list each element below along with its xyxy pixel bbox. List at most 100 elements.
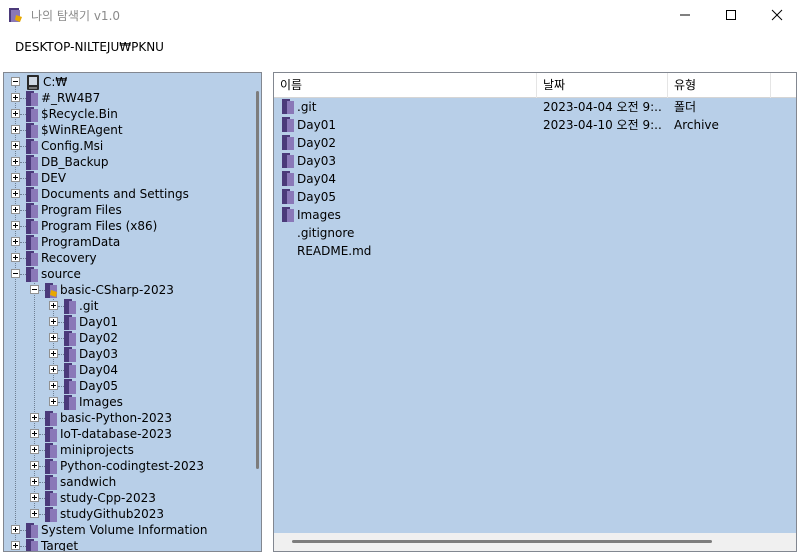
tree-item[interactable]: Target (26, 538, 79, 552)
expand-icon[interactable] (11, 109, 20, 118)
file-list[interactable]: 이름 날짜 유형 .git 2023-04-04 오전 9:... 폴더 Day01 2… (273, 72, 797, 552)
expand-icon[interactable] (49, 365, 58, 374)
expand-icon[interactable] (11, 157, 20, 166)
tree-item[interactable]: #_RW4B7 (26, 90, 100, 106)
folder-icon (26, 138, 38, 154)
tree-item[interactable]: miniprojects (45, 442, 134, 458)
folder-open-icon (45, 282, 57, 298)
list-cell-name: .gitignore (297, 226, 355, 240)
list-row[interactable]: Day05 (274, 188, 796, 206)
column-header-type[interactable]: 유형 (668, 73, 771, 98)
folder-icon (26, 202, 38, 218)
expand-icon[interactable] (30, 509, 39, 518)
expand-icon[interactable] (11, 173, 20, 182)
list-cell-date (543, 206, 663, 224)
expand-icon[interactable] (30, 413, 39, 422)
list-cell-type (674, 224, 774, 242)
folder-icon (26, 90, 38, 106)
expand-icon[interactable] (49, 301, 58, 310)
column-header-name[interactable]: 이름 (274, 73, 537, 98)
maximize-button[interactable] (708, 0, 754, 30)
list-cell-type (674, 188, 774, 206)
tree-item[interactable]: $WinREAgent (26, 122, 123, 138)
tree-item[interactable]: DEV (26, 170, 66, 186)
tree-item[interactable]: ProgramData (26, 234, 120, 250)
tree-item[interactable]: Config.Msi (26, 138, 103, 154)
list-row[interactable]: Day04 (274, 170, 796, 188)
tree-item[interactable]: Python-codingtest-2023 (45, 458, 204, 474)
tree-item[interactable]: Images (64, 394, 123, 410)
expand-icon[interactable] (11, 205, 20, 214)
expand-icon[interactable] (11, 141, 20, 150)
expand-icon[interactable] (11, 525, 20, 534)
expand-icon[interactable] (11, 237, 20, 246)
tree-item[interactable]: Recovery (26, 250, 97, 266)
window-title: 나의 탐색기 v1.0 (31, 9, 121, 23)
tree-item[interactable]: $Recycle.Bin (26, 106, 118, 122)
tree-item[interactable]: source (26, 266, 81, 282)
folder-icon (26, 250, 38, 266)
expand-icon[interactable] (49, 397, 58, 406)
expand-icon[interactable] (11, 189, 20, 198)
expand-icon[interactable] (11, 125, 20, 134)
list-row[interactable]: .gitignore (274, 224, 796, 242)
minimize-button[interactable] (662, 0, 708, 30)
tree-connector-line (15, 86, 16, 551)
tree-item-label: System Volume Information (41, 523, 208, 537)
tree-item[interactable]: Day05 (64, 378, 118, 394)
expand-icon[interactable] (11, 253, 20, 262)
expand-icon[interactable] (49, 333, 58, 342)
tree-item[interactable]: Program Files (26, 202, 122, 218)
column-header-date[interactable]: 날짜 (537, 73, 668, 98)
tree-item[interactable]: study-Cpp-2023 (45, 490, 156, 506)
folder-icon (282, 153, 294, 168)
tree-item[interactable]: .git (64, 298, 98, 314)
tree-item[interactable]: studyGithub2023 (45, 506, 164, 522)
tree-item[interactable]: Day03 (64, 346, 118, 362)
tree-item[interactable]: basic-CSharp-2023 (45, 282, 174, 298)
expand-icon[interactable] (49, 381, 58, 390)
tree-item[interactable]: Day01 (64, 314, 118, 330)
close-button[interactable] (754, 0, 800, 30)
tree-item[interactable]: basic-Python-2023 (45, 410, 172, 426)
tree-item-label: Config.Msi (41, 139, 104, 153)
tree-item[interactable]: DB_Backup (26, 154, 108, 170)
expand-icon[interactable] (30, 461, 39, 470)
scrollbar-thumb[interactable] (292, 540, 712, 543)
tree-vertical-scrollbar[interactable] (256, 91, 259, 469)
horizontal-scrollbar[interactable] (274, 533, 796, 551)
list-row[interactable]: Day01 2023-04-10 오전 9:... Archive (274, 116, 796, 134)
expand-icon[interactable] (30, 477, 39, 486)
expand-icon[interactable] (30, 493, 39, 502)
folder-icon (26, 106, 38, 122)
expand-icon[interactable] (30, 429, 39, 438)
folder-tree[interactable]: C:₩ #_RW4B7 $Recycle.Bin $WinREAgent Config.… (3, 72, 262, 552)
collapse-icon[interactable] (11, 77, 20, 86)
collapse-icon[interactable] (11, 269, 20, 278)
folder-icon (64, 394, 76, 410)
tree-item[interactable]: Program Files (x86) (26, 218, 157, 234)
tree-item[interactable]: sandwich (45, 474, 116, 490)
expand-icon[interactable] (11, 221, 20, 230)
expand-icon[interactable] (11, 541, 20, 550)
expand-icon[interactable] (49, 317, 58, 326)
tree-item-label: Target (41, 539, 79, 552)
tree-item[interactable]: Day04 (64, 362, 118, 378)
title-bar[interactable]: 나의 탐색기 v1.0 (0, 0, 800, 30)
list-row[interactable]: Day03 (274, 152, 796, 170)
collapse-icon[interactable] (30, 285, 39, 294)
tree-item[interactable]: Day02 (64, 330, 118, 346)
expand-icon[interactable] (49, 349, 58, 358)
tree-item[interactable]: Documents and Settings (26, 186, 189, 202)
tree-item[interactable]: System Volume Information (26, 522, 207, 538)
list-row[interactable]: README.md (274, 242, 796, 260)
list-row[interactable]: Images (274, 206, 796, 224)
tree-item-root[interactable]: C:₩ (26, 74, 67, 90)
folder-icon (45, 474, 57, 490)
expand-icon[interactable] (11, 93, 20, 102)
list-row[interactable]: Day02 (274, 134, 796, 152)
tree-item[interactable]: IoT-database-2023 (45, 426, 172, 442)
expand-icon[interactable] (30, 445, 39, 454)
list-row[interactable]: .git 2023-04-04 오전 9:... 폴더 (274, 98, 796, 116)
tree-item-label: basic-Python-2023 (60, 411, 172, 425)
